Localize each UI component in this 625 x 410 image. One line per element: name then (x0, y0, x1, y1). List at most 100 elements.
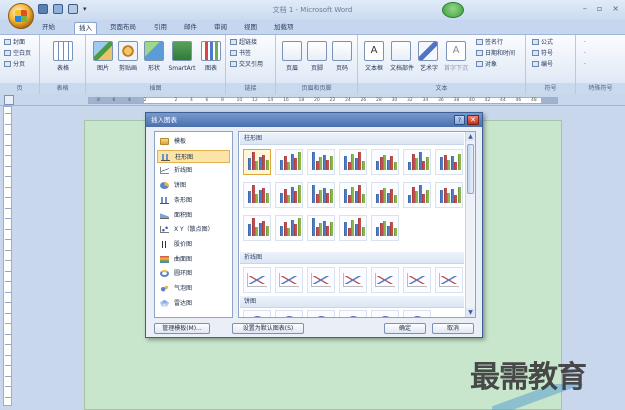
cover-page-button[interactable]: 封面 (4, 39, 25, 47)
chart-type-item[interactable]: 模板 (157, 135, 230, 148)
column-chart-thumbnail[interactable] (339, 182, 367, 208)
chart-type-item[interactable]: X Y（散点图） (157, 223, 230, 236)
chart-type-item[interactable]: 面积图 (157, 209, 230, 222)
pie-chart-thumbnail[interactable] (275, 310, 303, 317)
column-chart-thumbnail[interactable] (243, 215, 271, 241)
ruler-tick: 8 (221, 98, 224, 103)
special-symbol-2[interactable]: · (584, 50, 586, 58)
thumbnail-bar (457, 154, 461, 170)
scroll-thumb[interactable] (467, 144, 474, 194)
column-chart-thumbnail[interactable] (339, 149, 367, 175)
chart-type-item[interactable]: 圆环图 (157, 267, 230, 280)
scroll-down-icon[interactable]: ▼ (466, 308, 475, 317)
minimize-button[interactable]: – (583, 4, 587, 13)
pie-chart-thumbnail[interactable] (371, 310, 399, 317)
cancel-button[interactable]: 取消 (432, 323, 474, 334)
dialog-close-button[interactable]: ✕ (467, 115, 479, 125)
chart-type-item[interactable]: 股价图 (157, 238, 230, 251)
column-chart-thumbnail[interactable] (371, 215, 399, 241)
quick-parts-icon[interactable] (391, 41, 411, 61)
scroll-up-icon[interactable]: ▲ (466, 132, 475, 141)
column-chart-thumbnail[interactable] (275, 182, 303, 208)
equation-label: 公式 (541, 39, 554, 46)
footer-icon[interactable] (307, 41, 327, 61)
date-time-button[interactable]: 日期和时间 (476, 50, 515, 58)
shapes-icon[interactable] (144, 41, 164, 61)
pie-chart-thumbnail[interactable] (403, 310, 431, 317)
line-chart-thumbnail[interactable] (435, 267, 463, 293)
column-chart-thumbnail[interactable] (435, 182, 463, 208)
line-chart-thumbnail[interactable] (275, 267, 303, 293)
column-chart-thumbnail[interactable] (243, 182, 271, 208)
chart-type-item[interactable]: 曲面图 (157, 253, 230, 266)
column-chart-thumbnail[interactable] (403, 149, 431, 175)
table-icon[interactable] (53, 41, 73, 61)
column-chart-thumbnail[interactable] (339, 215, 367, 241)
blank-page-button[interactable]: 空白页 (4, 50, 31, 58)
column-chart-thumbnail[interactable] (275, 215, 303, 241)
bookmark-button[interactable]: 书签 (230, 50, 251, 58)
header-icon[interactable] (282, 41, 302, 61)
line-chart-thumbnail[interactable] (371, 267, 399, 293)
picture-label: 图片 (96, 65, 109, 72)
column-chart-thumbnail[interactable] (371, 149, 399, 175)
chart-icon[interactable] (201, 41, 221, 61)
group-label-tables: 表格 (40, 83, 85, 94)
special-symbol-3[interactable]: · (584, 61, 586, 69)
chart-type-item[interactable]: 气泡图 (157, 282, 230, 295)
line-chart-thumbnail[interactable] (403, 267, 431, 293)
tab-mailings[interactable]: 邮件 (180, 22, 201, 34)
tab-selector-icon[interactable] (4, 95, 14, 105)
column-chart-thumbnail[interactable] (243, 149, 271, 175)
column-chart-thumbnail[interactable] (371, 182, 399, 208)
smartart-icon[interactable] (172, 41, 192, 61)
office-button[interactable] (8, 3, 34, 29)
chart-type-item[interactable]: 饼图 (157, 179, 230, 192)
clipart-icon[interactable] (118, 41, 138, 61)
tab-references[interactable]: 引用 (150, 22, 171, 34)
column-chart-thumbnail[interactable] (307, 182, 335, 208)
chart-type-item[interactable]: 雷达图 (157, 297, 230, 310)
chart-type-item[interactable]: 条形图 (157, 194, 230, 207)
column-chart-thumbnail[interactable] (435, 149, 463, 175)
chart-type-item[interactable]: 折线图 (157, 164, 230, 177)
set-default-chart-button[interactable]: 设置为默认图表(S) (232, 323, 304, 334)
ok-button[interactable]: 确定 (384, 323, 426, 334)
gallery-scrollbar[interactable]: ▲ ▼ (465, 132, 475, 317)
object-button[interactable]: 对象 (476, 61, 497, 69)
chart-type-item[interactable]: 柱形图 (157, 149, 230, 163)
special-symbol-1[interactable]: · (584, 39, 586, 47)
tab-page-layout[interactable]: 页面布局 (106, 22, 140, 34)
tab-insert[interactable]: 插入 (74, 22, 97, 34)
equation-button[interactable]: 公式 (532, 39, 553, 47)
column-chart-thumbnail[interactable] (275, 149, 303, 175)
maximize-button[interactable]: ▫ (597, 4, 602, 13)
numbering-button[interactable]: 编号 (532, 61, 553, 69)
help-button[interactable]: ? (454, 115, 465, 125)
line-chart-thumbnail[interactable] (243, 267, 271, 293)
column-chart-thumbnail[interactable] (307, 215, 335, 241)
pie-chart-thumbnail[interactable] (339, 310, 367, 317)
column-chart-thumbnail[interactable] (307, 149, 335, 175)
pie-chart-thumbnail[interactable] (307, 310, 335, 317)
line-chart-thumbnail[interactable] (307, 267, 335, 293)
dropcap-icon[interactable]: A (446, 41, 466, 61)
page-number-icon[interactable] (332, 41, 352, 61)
cross-reference-button[interactable]: 交叉引用 (230, 61, 263, 69)
signature-line-button[interactable]: 签名行 (476, 39, 503, 47)
tab-addins[interactable]: 加载项 (270, 22, 298, 34)
picture-icon[interactable] (93, 41, 113, 61)
manage-templates-button[interactable]: 管理模板(M)... (154, 323, 210, 334)
tab-review[interactable]: 审阅 (210, 22, 231, 34)
tab-view[interactable]: 视图 (240, 22, 261, 34)
line-chart-thumbnail[interactable] (339, 267, 367, 293)
wordart-icon[interactable] (418, 41, 438, 61)
hyperlink-button[interactable]: 超链接 (230, 39, 257, 47)
pie-chart-thumbnail[interactable] (243, 310, 271, 317)
close-window-button[interactable]: × (612, 4, 619, 13)
textbox-icon[interactable]: A (364, 41, 384, 61)
page-break-button[interactable]: 分页 (4, 61, 25, 69)
symbol-button[interactable]: 符号 (532, 50, 553, 58)
column-chart-thumbnail[interactable] (403, 182, 431, 208)
tab-home[interactable]: 开始 (38, 22, 59, 34)
